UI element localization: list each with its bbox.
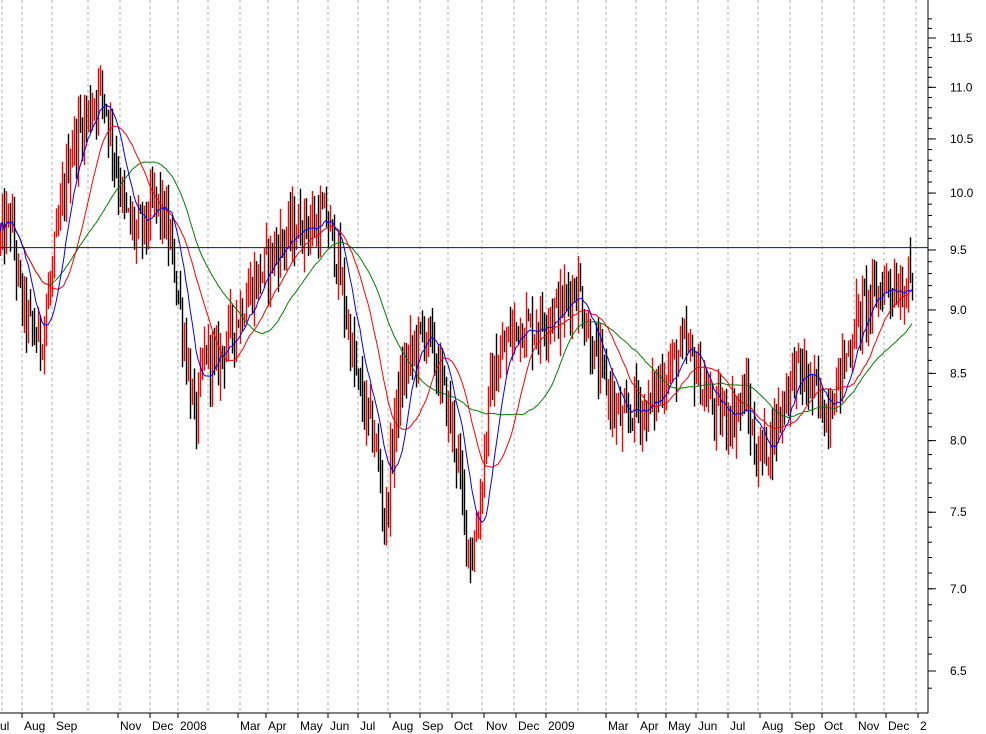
x-tick-label: Sep bbox=[794, 719, 816, 733]
x-tick-label: Apr bbox=[268, 719, 287, 733]
x-tick-label: ul bbox=[0, 719, 9, 733]
plot-area bbox=[0, 0, 928, 713]
plot-background bbox=[0, 0, 928, 713]
x-tick-label: May bbox=[300, 719, 323, 733]
x-tick-label: 2009 bbox=[548, 719, 575, 733]
x-tick-label: Mar bbox=[608, 719, 629, 733]
x-tick-label: Dec bbox=[518, 719, 539, 733]
x-tick-label: Oct bbox=[454, 719, 473, 733]
y-tick-label: 9.5 bbox=[950, 243, 967, 257]
y-axis: 11.5 11.0 10.5 10.0 9.5 9.0 8.5 8.0 7.5 7.0 6.5 bbox=[928, 18, 974, 689]
x-tick-label: Jul bbox=[360, 719, 375, 733]
x-tick-label: Nov bbox=[858, 719, 879, 733]
x-tick-label: Dec bbox=[888, 719, 909, 733]
x-tick-label: Sep bbox=[56, 719, 78, 733]
x-tick-label: Oct bbox=[824, 719, 843, 733]
y-tick-label: 10.0 bbox=[950, 186, 974, 200]
y-tick-label: 8.0 bbox=[950, 434, 967, 448]
x-axis: ul Aug Sep Nov Dec 2008 Mar Apr May Jun Jul Aug Sep O… bbox=[0, 713, 927, 733]
y-tick-label: 7.5 bbox=[950, 505, 967, 519]
x-tick-label: Aug bbox=[392, 719, 413, 733]
x-tick-label: Sep bbox=[422, 719, 444, 733]
x-tick-label: Apr bbox=[640, 719, 659, 733]
x-tick-label: Nov bbox=[486, 719, 507, 733]
y-tick-label: 6.5 bbox=[950, 664, 967, 678]
y-tick-label: 11.0 bbox=[950, 80, 973, 94]
x-tick-label: Jul bbox=[730, 719, 745, 733]
y-tick-label: 10.5 bbox=[950, 132, 974, 146]
y-tick-label: 8.5 bbox=[950, 366, 967, 380]
x-tick-label: Aug bbox=[762, 719, 783, 733]
x-tick-label: 2008 bbox=[180, 719, 207, 733]
x-tick-label: Nov bbox=[120, 719, 141, 733]
x-tick-label: Mar bbox=[240, 719, 261, 733]
x-tick-label: May bbox=[668, 719, 691, 733]
x-tick-label: Jun bbox=[330, 719, 349, 733]
x-tick-label: Dec bbox=[152, 719, 173, 733]
y-tick-label: 9.0 bbox=[950, 303, 967, 317]
x-tick-label: 2 bbox=[920, 719, 927, 733]
x-tick-label: Jun bbox=[698, 719, 717, 733]
y-tick-label: 7.0 bbox=[950, 582, 967, 596]
y-tick-label: 11.5 bbox=[950, 31, 973, 45]
x-tick-label: Aug bbox=[24, 719, 45, 733]
price-chart: 11.5 11.0 10.5 10.0 9.5 9.0 8.5 8.0 7.5 7.0 6.5 ul… bbox=[0, 0, 974, 733]
